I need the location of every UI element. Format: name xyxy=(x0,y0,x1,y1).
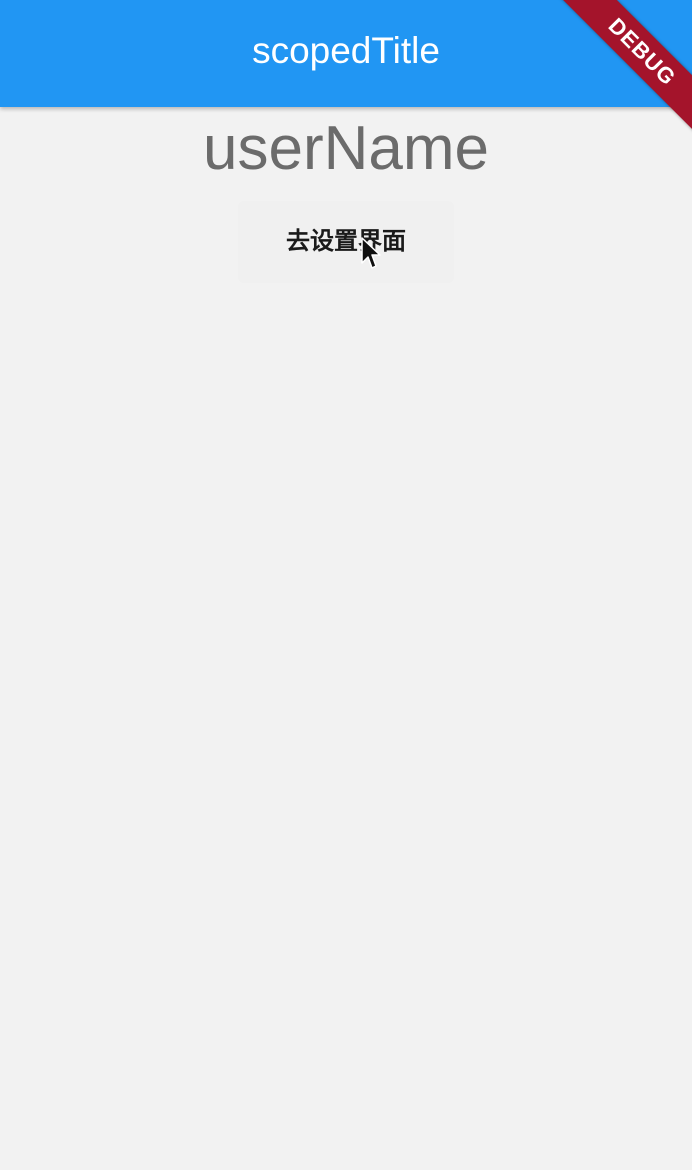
go-to-settings-button[interactable]: 去设置界面 xyxy=(238,201,454,283)
app-screen: scopedTitle DEBUG userName 去设置界面 xyxy=(0,0,692,1170)
mouse-pointer-icon xyxy=(361,237,381,269)
app-bar-title: scopedTitle xyxy=(252,29,440,71)
user-name-text: userName xyxy=(203,114,489,183)
app-bar: scopedTitle xyxy=(0,0,692,107)
main-content: userName 去设置界面 xyxy=(0,107,692,283)
